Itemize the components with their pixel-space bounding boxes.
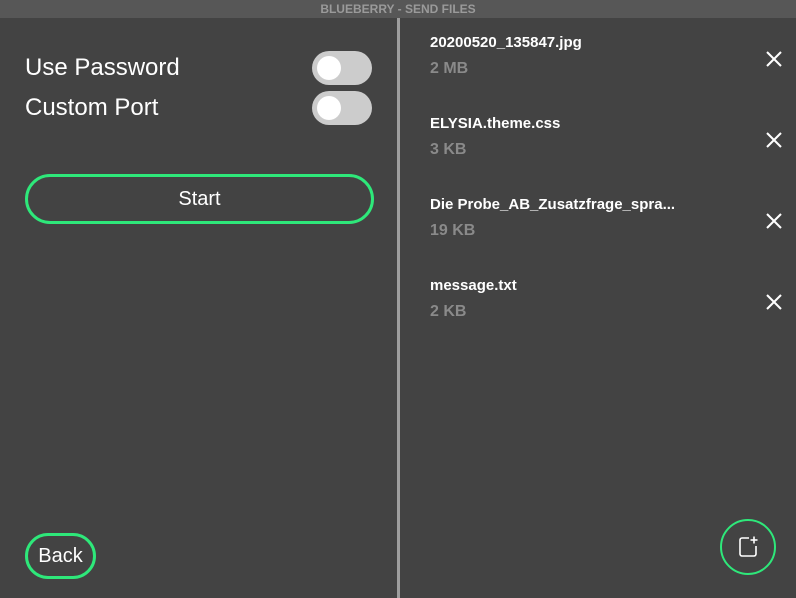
add-file-icon: [739, 536, 758, 557]
back-button[interactable]: Back: [25, 533, 96, 579]
file-list-item: 20200520_135847.jpg 2 MB: [430, 34, 782, 94]
file-name: Die Probe_AB_Zusatzfrage_spra...: [430, 196, 676, 213]
file-list-panel: 20200520_135847.jpg 2 MB ELYSIA.theme.cs…: [400, 18, 796, 598]
window-title: BLUEBERRY - SEND FILES: [0, 0, 796, 18]
file-size: 3 KB: [430, 141, 467, 158]
custom-port-label: Custom Port: [25, 94, 159, 121]
toggle-knob: [317, 56, 341, 80]
file-list-item: Die Probe_AB_Zusatzfrage_spra... 19 KB: [430, 196, 782, 256]
close-icon[interactable]: [763, 48, 785, 70]
add-file-button[interactable]: [720, 519, 776, 575]
file-name: ELYSIA.theme.css: [430, 115, 561, 132]
custom-port-row: Custom Port: [25, 91, 372, 125]
file-size: 19 KB: [430, 222, 476, 239]
options-panel: Use Password Custom Port Start Back: [0, 18, 397, 598]
file-name: 20200520_135847.jpg: [430, 34, 582, 51]
file-size: 2 KB: [430, 303, 467, 320]
toggle-knob: [317, 96, 341, 120]
use-password-toggle[interactable]: [312, 51, 372, 85]
start-button[interactable]: Start: [25, 174, 374, 224]
custom-port-toggle[interactable]: [312, 91, 372, 125]
close-icon[interactable]: [763, 210, 785, 232]
file-name: message.txt: [430, 277, 517, 294]
use-password-row: Use Password: [25, 51, 372, 85]
use-password-label: Use Password: [25, 54, 180, 81]
close-icon[interactable]: [763, 291, 785, 313]
file-list-item: ELYSIA.theme.css 3 KB: [430, 115, 782, 175]
file-list-item: message.txt 2 KB: [430, 277, 782, 337]
file-size: 2 MB: [430, 60, 469, 77]
close-icon[interactable]: [763, 129, 785, 151]
